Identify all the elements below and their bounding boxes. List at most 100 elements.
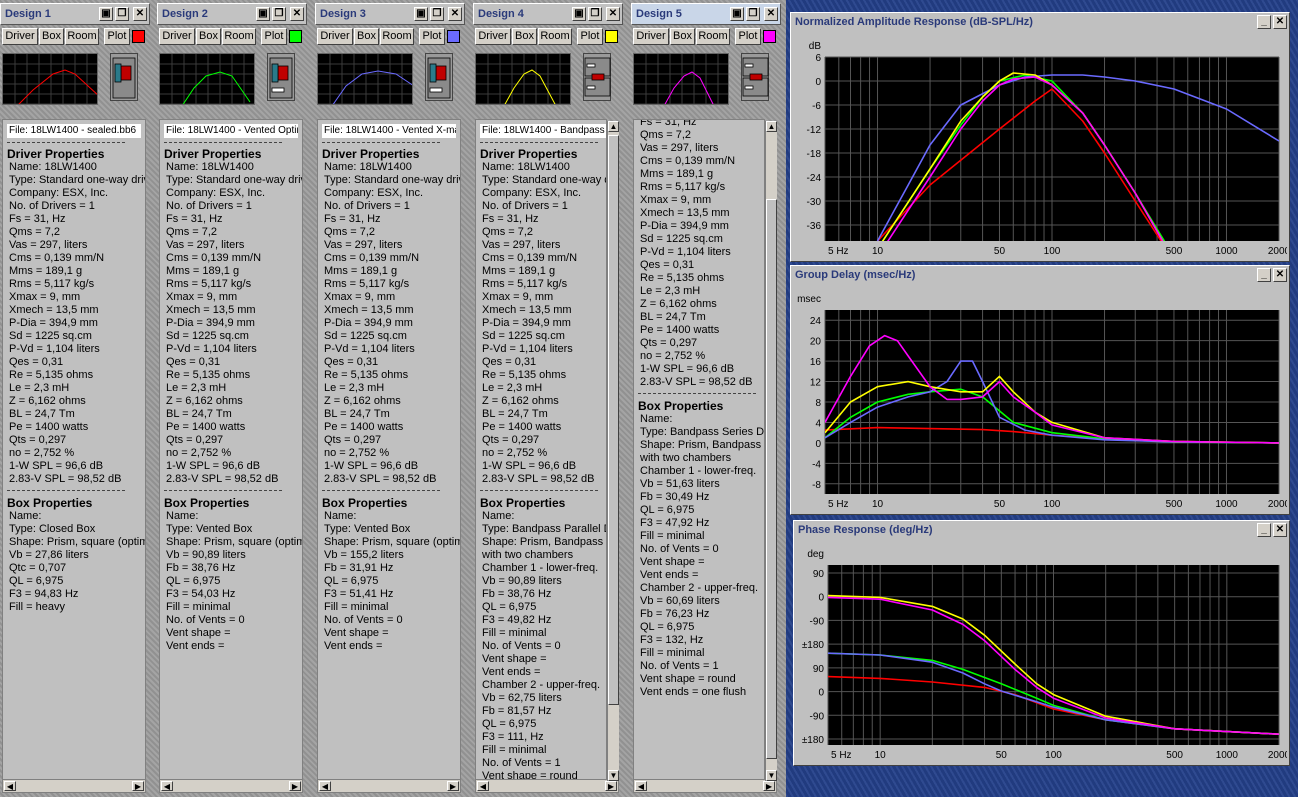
scroll-left-icon[interactable]: ◀ — [635, 781, 647, 791]
scroll-right-icon[interactable]: ▶ — [132, 781, 144, 791]
x-tick-label: 1000 — [1215, 246, 1238, 257]
design-titlebar[interactable]: Design 3 ▣ ❐ ✕ — [315, 3, 465, 25]
plot-button[interactable]: Plot — [261, 28, 287, 45]
phase-window[interactable]: Phase Response (deg/Hz) _ ✕ 90 0 -90 ±180 90… — [793, 520, 1290, 766]
y-tick-label: -18 — [807, 149, 822, 160]
scroll-left-icon[interactable]: ◀ — [161, 781, 173, 791]
copy-icon[interactable]: ❐ — [430, 7, 444, 21]
driver-button[interactable]: Driver — [317, 28, 353, 45]
driver-property: Vas = 297, liters — [482, 239, 561, 251]
driver-button[interactable]: Driver — [2, 28, 38, 45]
scroll-up-icon[interactable]: ▲ — [608, 121, 619, 132]
driver-property: 2.83-V SPL = 98,52 dB — [482, 473, 595, 485]
horizontal-scrollbar[interactable]: ◀ ▶ — [159, 779, 303, 793]
plot-color-swatch[interactable] — [447, 30, 460, 43]
copy-icon[interactable]: ❐ — [588, 7, 602, 21]
plot-color-swatch[interactable] — [289, 30, 302, 43]
scroll-left-icon[interactable]: ◀ — [4, 781, 16, 791]
horizontal-scrollbar[interactable]: ◀ ▶ — [2, 779, 146, 793]
box-property: QL = 6,975 — [640, 621, 695, 633]
box-button[interactable]: Box — [670, 28, 695, 45]
amplitude-plot: 6 0 -6 -12 -18 -24 -30 -36 dB 5 Hz 10 50 100 500 1000 2… — [807, 41, 1287, 257]
separator — [480, 490, 598, 491]
plot-color-swatch[interactable] — [763, 30, 776, 43]
room-button[interactable]: Room — [538, 28, 572, 45]
minimize-button[interactable]: _ — [1257, 15, 1271, 29]
design-panel[interactable]: Design 3 ▣ ❐ ✕ Driver Box Room Plot File: 18LW14… — [315, 3, 465, 794]
scroll-right-icon[interactable]: ▶ — [605, 781, 617, 791]
room-button[interactable]: Room — [65, 28, 99, 45]
close-button[interactable]: ✕ — [606, 7, 620, 21]
horizontal-scrollbar[interactable]: ◀ ▶ — [475, 779, 619, 793]
plot-color-swatch[interactable] — [605, 30, 618, 43]
design-panel[interactable]: Design 2 ▣ ❐ ✕ Driver Box Room Plot File: 18LW14… — [157, 3, 307, 794]
driver-property: Fs = 31, Hz — [324, 213, 381, 225]
close-button[interactable]: ✕ — [1273, 523, 1287, 537]
mini-response-plot — [633, 53, 729, 105]
scroll-right-icon[interactable]: ▶ — [763, 781, 775, 791]
driver-property: Rms = 5,117 kg/s — [9, 278, 95, 290]
horizontal-scrollbar[interactable]: ◀ ▶ — [633, 779, 777, 793]
plot-color-swatch[interactable] — [132, 30, 145, 43]
driver-button[interactable]: Driver — [633, 28, 669, 45]
room-button[interactable]: Room — [696, 28, 730, 45]
group-delay-window[interactable]: Group Delay (msec/Hz) _ ✕ 24 20 16 12 8 4 0 -4 -… — [790, 265, 1290, 515]
box-button[interactable]: Box — [39, 28, 64, 45]
copy-icon[interactable]: ❐ — [115, 7, 129, 21]
vertical-scrollbar[interactable]: ▲ ▼ — [765, 121, 777, 781]
box-properties-header: Box Properties — [638, 399, 724, 413]
box-button[interactable]: Box — [196, 28, 221, 45]
scroll-down-icon[interactable]: ▼ — [766, 770, 777, 781]
close-button[interactable]: ✕ — [764, 7, 778, 21]
minimize-button[interactable]: _ — [1257, 523, 1271, 537]
driver-property: Re = 5,135 ohms — [640, 272, 725, 284]
plot-button[interactable]: Plot — [735, 28, 761, 45]
close-button[interactable]: ✕ — [1273, 268, 1287, 282]
scroll-left-icon[interactable]: ◀ — [477, 781, 489, 791]
scroll-thumb[interactable] — [766, 199, 777, 759]
x-tick-label: 2000 — [1268, 750, 1287, 761]
save-icon[interactable]: ▣ — [730, 7, 744, 21]
design-titlebar[interactable]: Design 4 ▣ ❐ ✕ — [473, 3, 623, 25]
driver-property: Qms = 7,2 — [166, 226, 218, 238]
design-titlebar[interactable]: Design 5 ▣ ❐ ✕ — [631, 3, 781, 25]
design-titlebar[interactable]: Design 2 ▣ ❐ ✕ — [157, 3, 307, 25]
copy-icon[interactable]: ❐ — [746, 7, 760, 21]
copy-icon[interactable]: ❐ — [272, 7, 286, 21]
horizontal-scrollbar[interactable]: ◀ ▶ — [317, 779, 461, 793]
design-panel[interactable]: Design 5 ▣ ❐ ✕ Driver Box Room Plot Fs = 31, Hz Q… — [631, 3, 781, 794]
box-property: Vent shape = — [640, 556, 705, 568]
box-button[interactable]: Box — [354, 28, 379, 45]
driver-button[interactable]: Driver — [475, 28, 511, 45]
box-button[interactable]: Box — [512, 28, 537, 45]
design-toolbar: Driver Box Room Plot — [473, 27, 623, 47]
plot-button[interactable]: Plot — [104, 28, 130, 45]
close-button[interactable]: ✕ — [290, 7, 304, 21]
room-button[interactable]: Room — [380, 28, 414, 45]
room-button[interactable]: Room — [222, 28, 256, 45]
save-icon[interactable]: ▣ — [99, 7, 113, 21]
close-button[interactable]: ✕ — [448, 7, 462, 21]
minimize-button[interactable]: _ — [1257, 268, 1271, 282]
design-panel[interactable]: Design 1 ▣ ❐ ✕ Driver Box Room Plot File: 18LW14… — [0, 3, 150, 794]
scroll-down-icon[interactable]: ▼ — [608, 770, 619, 781]
scroll-left-icon[interactable]: ◀ — [319, 781, 331, 791]
scroll-thumb[interactable] — [608, 135, 619, 705]
driver-button[interactable]: Driver — [159, 28, 195, 45]
y-tick-label: 8 — [815, 398, 821, 409]
plot-button[interactable]: Plot — [419, 28, 445, 45]
close-button[interactable]: ✕ — [133, 7, 147, 21]
scroll-up-icon[interactable]: ▲ — [766, 121, 777, 132]
save-icon[interactable]: ▣ — [256, 7, 270, 21]
design-titlebar[interactable]: Design 1 ▣ ❐ ✕ — [0, 3, 150, 25]
save-icon[interactable]: ▣ — [572, 7, 586, 21]
design-panel[interactable]: Design 4 ▣ ❐ ✕ Driver Box Room Plot File: 18LW14… — [473, 3, 623, 794]
close-button[interactable]: ✕ — [1273, 15, 1287, 29]
plot-button[interactable]: Plot — [577, 28, 603, 45]
amplitude-window[interactable]: Normalized Amplitude Response (dB-SPL/Hz… — [790, 12, 1290, 262]
scroll-right-icon[interactable]: ▶ — [447, 781, 459, 791]
scroll-right-icon[interactable]: ▶ — [289, 781, 301, 791]
box-property: F3 = 111, Hz — [482, 731, 544, 743]
vertical-scrollbar[interactable]: ▲ ▼ — [607, 121, 619, 781]
save-icon[interactable]: ▣ — [414, 7, 428, 21]
